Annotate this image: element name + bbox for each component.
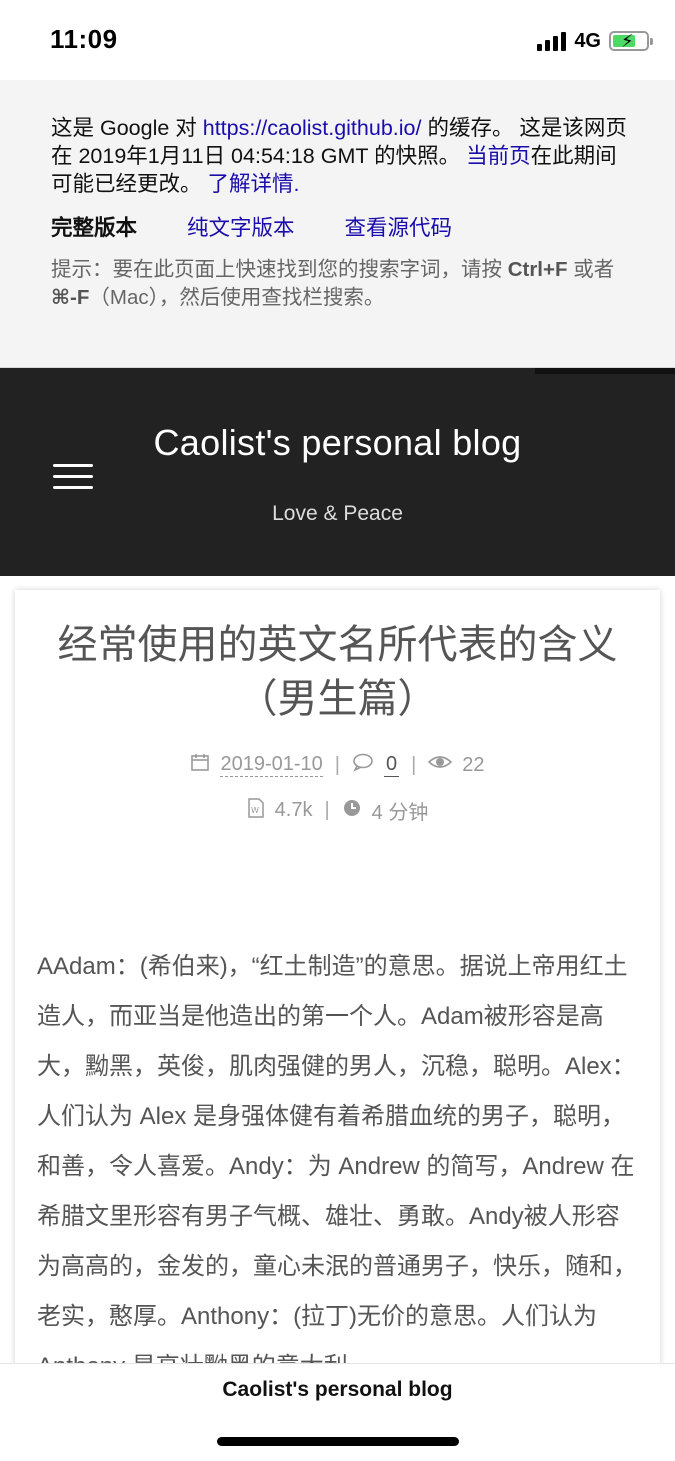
calendar-icon	[190, 752, 210, 778]
article-title[interactable]: 经常使用的英文名所代表的含义（男生篇）	[20, 618, 655, 726]
hamburger-menu-icon[interactable]	[53, 464, 93, 490]
text-version-link[interactable]: 纯文字版本	[187, 214, 295, 242]
home-indicator[interactable]	[217, 1437, 459, 1446]
post-stats-row: W 4.7k | 4 分钟	[0, 796, 675, 825]
word-file-icon: W	[247, 797, 265, 824]
eye-icon	[428, 753, 453, 777]
learn-more-link[interactable]: 了解详情.	[208, 172, 300, 196]
view-count: 22	[462, 753, 485, 776]
post-date[interactable]: 2019-01-10	[220, 753, 323, 777]
bottom-page-title[interactable]: Caolist's personal blog	[0, 1378, 675, 1402]
clock-icon	[342, 798, 362, 824]
status-bar: 11:09 4G ⚡	[0, 0, 675, 80]
status-indicators: 4G ⚡	[537, 28, 653, 54]
blog-subtitle: Love & Peace	[272, 502, 403, 525]
signal-icon	[537, 31, 567, 51]
comment-count[interactable]: 0	[383, 753, 400, 777]
cache-version-links: 完整版本 纯文字版本 查看源代码	[51, 214, 635, 242]
blog-title[interactable]: Caolist's personal blog	[0, 422, 675, 464]
network-label: 4G	[574, 29, 601, 52]
article-body: AAdam：(希伯来)，“红土制造”的意思。据说上帝用红土造人，而亚当是他造出的…	[37, 953, 637, 1380]
cached-url-link[interactable]: https://caolist.github.io/	[203, 116, 422, 140]
status-time: 11:09	[50, 24, 118, 54]
view-source-link[interactable]: 查看源代码	[345, 214, 453, 242]
cache-banner: 这是 Google 对 https://caolist.github.io/ 的…	[0, 80, 675, 368]
comment-icon	[352, 752, 374, 778]
header-divider	[535, 368, 675, 374]
post-meta-row: 2019-01-10 | 0 | 22	[0, 752, 675, 778]
blog-header	[0, 368, 675, 576]
full-version-label: 完整版本	[51, 216, 138, 240]
cache-notice: 这是 Google 对 https://caolist.github.io/ 的…	[51, 116, 627, 196]
current-page-link[interactable]: 当前页	[466, 144, 531, 168]
search-tip: 提示：要在此页面上快速找到您的搜索字词，请按 Ctrl+F 或者 ⌘-F（Mac…	[51, 258, 615, 309]
svg-text:W: W	[251, 806, 259, 815]
word-count: 4.7k	[274, 799, 313, 821]
battery-charging-icon: ⚡	[609, 31, 653, 51]
reading-time: 4 分钟	[371, 802, 429, 824]
